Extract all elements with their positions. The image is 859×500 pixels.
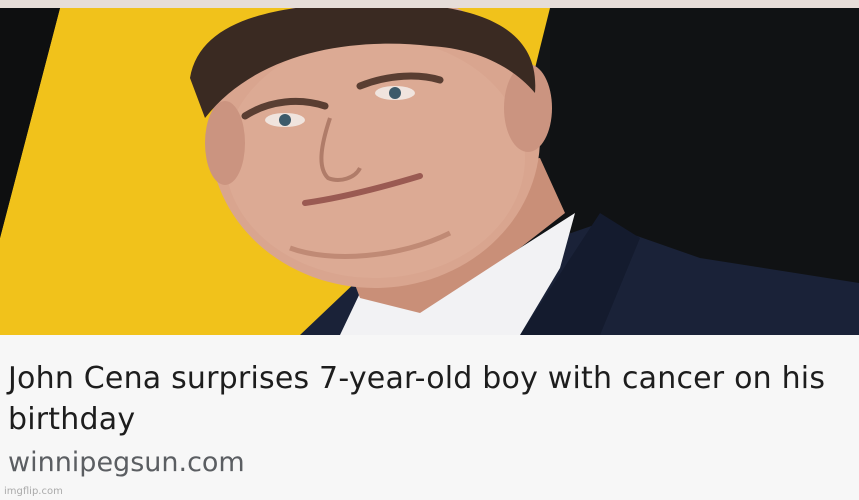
article-source: winnipegsun.com [8,447,245,478]
meme-frame: John Cena surprises 7-year-old boy with … [0,0,859,500]
article-photo [0,8,859,335]
watermark: imgflip.com [4,486,63,497]
article-headline: John Cena surprises 7-year-old boy with … [8,361,826,437]
top-border [0,0,859,8]
portrait-image [0,8,859,335]
caption-area: John Cena surprises 7-year-old boy with … [0,335,859,500]
